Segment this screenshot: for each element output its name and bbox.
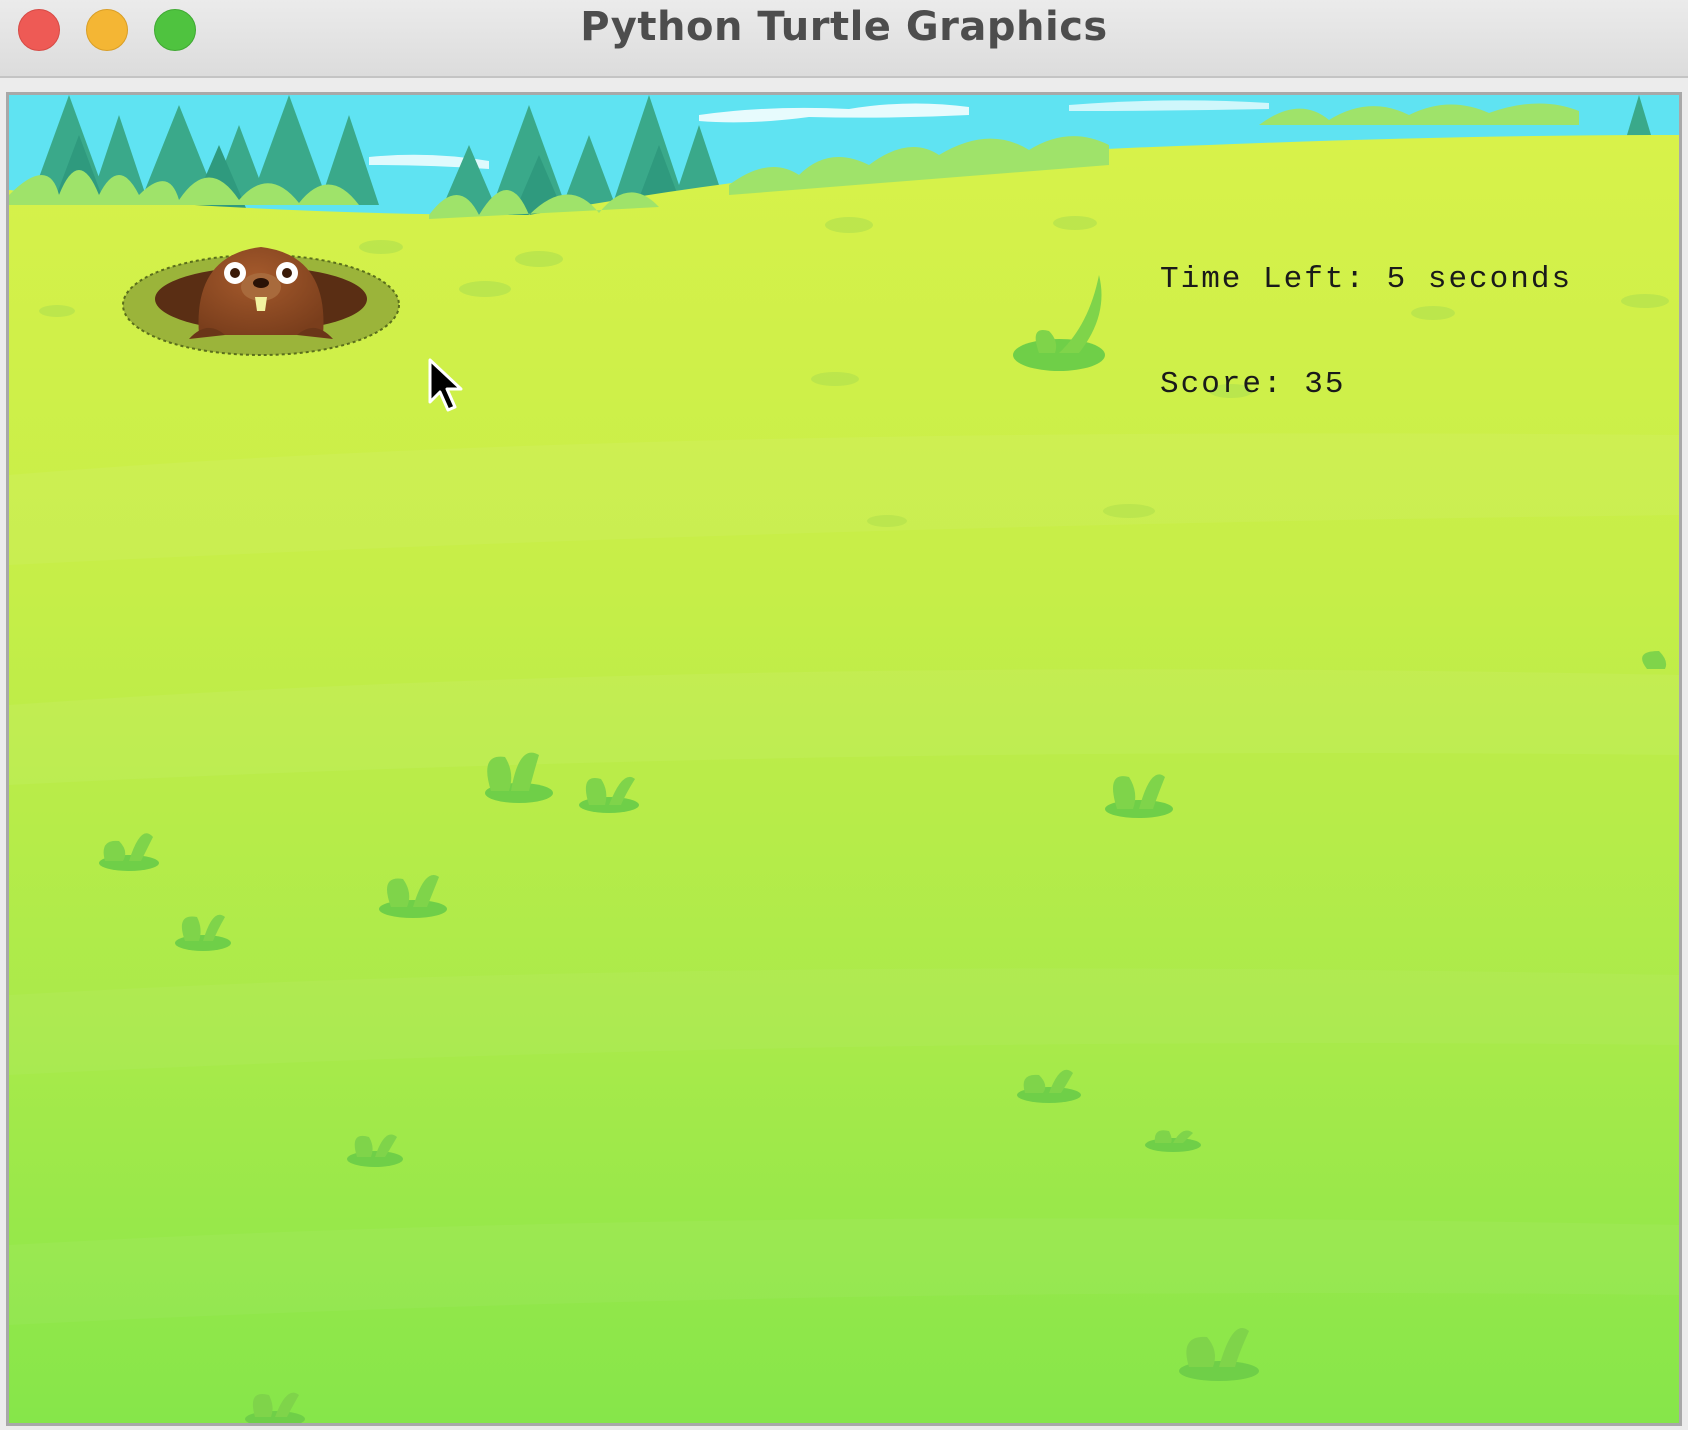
time-left-text: Time Left: 5 seconds <box>1160 262 1573 297</box>
turtle-window: Python Turtle Graphics Time Left: 5 seco… <box>0 0 1688 1430</box>
title-bar[interactable]: Python Turtle Graphics <box>0 0 1688 78</box>
hud: Time Left: 5 seconds Score: 35 <box>1160 192 1572 472</box>
mouse-pointer-icon <box>428 358 463 412</box>
window-title: Python Turtle Graphics <box>580 4 1108 50</box>
score-text: Score: 35 <box>1160 367 1346 402</box>
